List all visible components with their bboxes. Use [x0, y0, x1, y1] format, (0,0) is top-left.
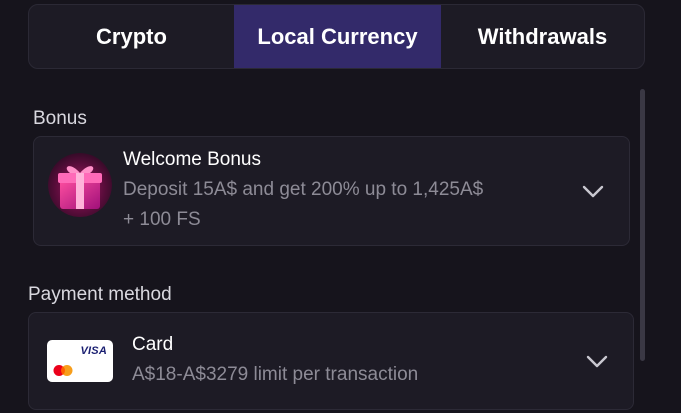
payment-method-select[interactable]: VISA Card A$18-A$3279 limit per transact… — [28, 312, 634, 410]
mastercard-icon — [53, 365, 73, 376]
chevron-down-icon[interactable] — [586, 355, 608, 369]
bonus-description-line-1: Deposit 15A$ and get 200% up to 1,425A$ — [123, 179, 484, 200]
payment-method-section-label: Payment method — [28, 284, 172, 305]
payment-type-tabs: Crypto Local Currency Withdrawals — [28, 4, 645, 69]
gift-icon — [48, 153, 112, 217]
bonus-description-line-2: + 100 FS — [123, 209, 201, 230]
scrollbar[interactable] — [640, 89, 645, 361]
tab-crypto[interactable]: Crypto — [29, 5, 234, 68]
bonus-section-label: Bonus — [33, 108, 87, 129]
bonus-select[interactable]: Welcome Bonus Deposit 15A$ and get 200% … — [33, 136, 630, 246]
visa-mastercard-card-icon: VISA — [47, 340, 113, 382]
tab-local-currency[interactable]: Local Currency — [234, 5, 441, 68]
tab-withdrawals[interactable]: Withdrawals — [441, 5, 644, 68]
payment-method-description: A$18-A$3279 limit per transaction — [132, 364, 419, 385]
payment-method-title: Card — [132, 334, 174, 355]
bonus-title: Welcome Bonus — [123, 149, 261, 170]
visa-logo-text: VISA — [80, 345, 107, 357]
chevron-down-icon[interactable] — [582, 185, 604, 199]
